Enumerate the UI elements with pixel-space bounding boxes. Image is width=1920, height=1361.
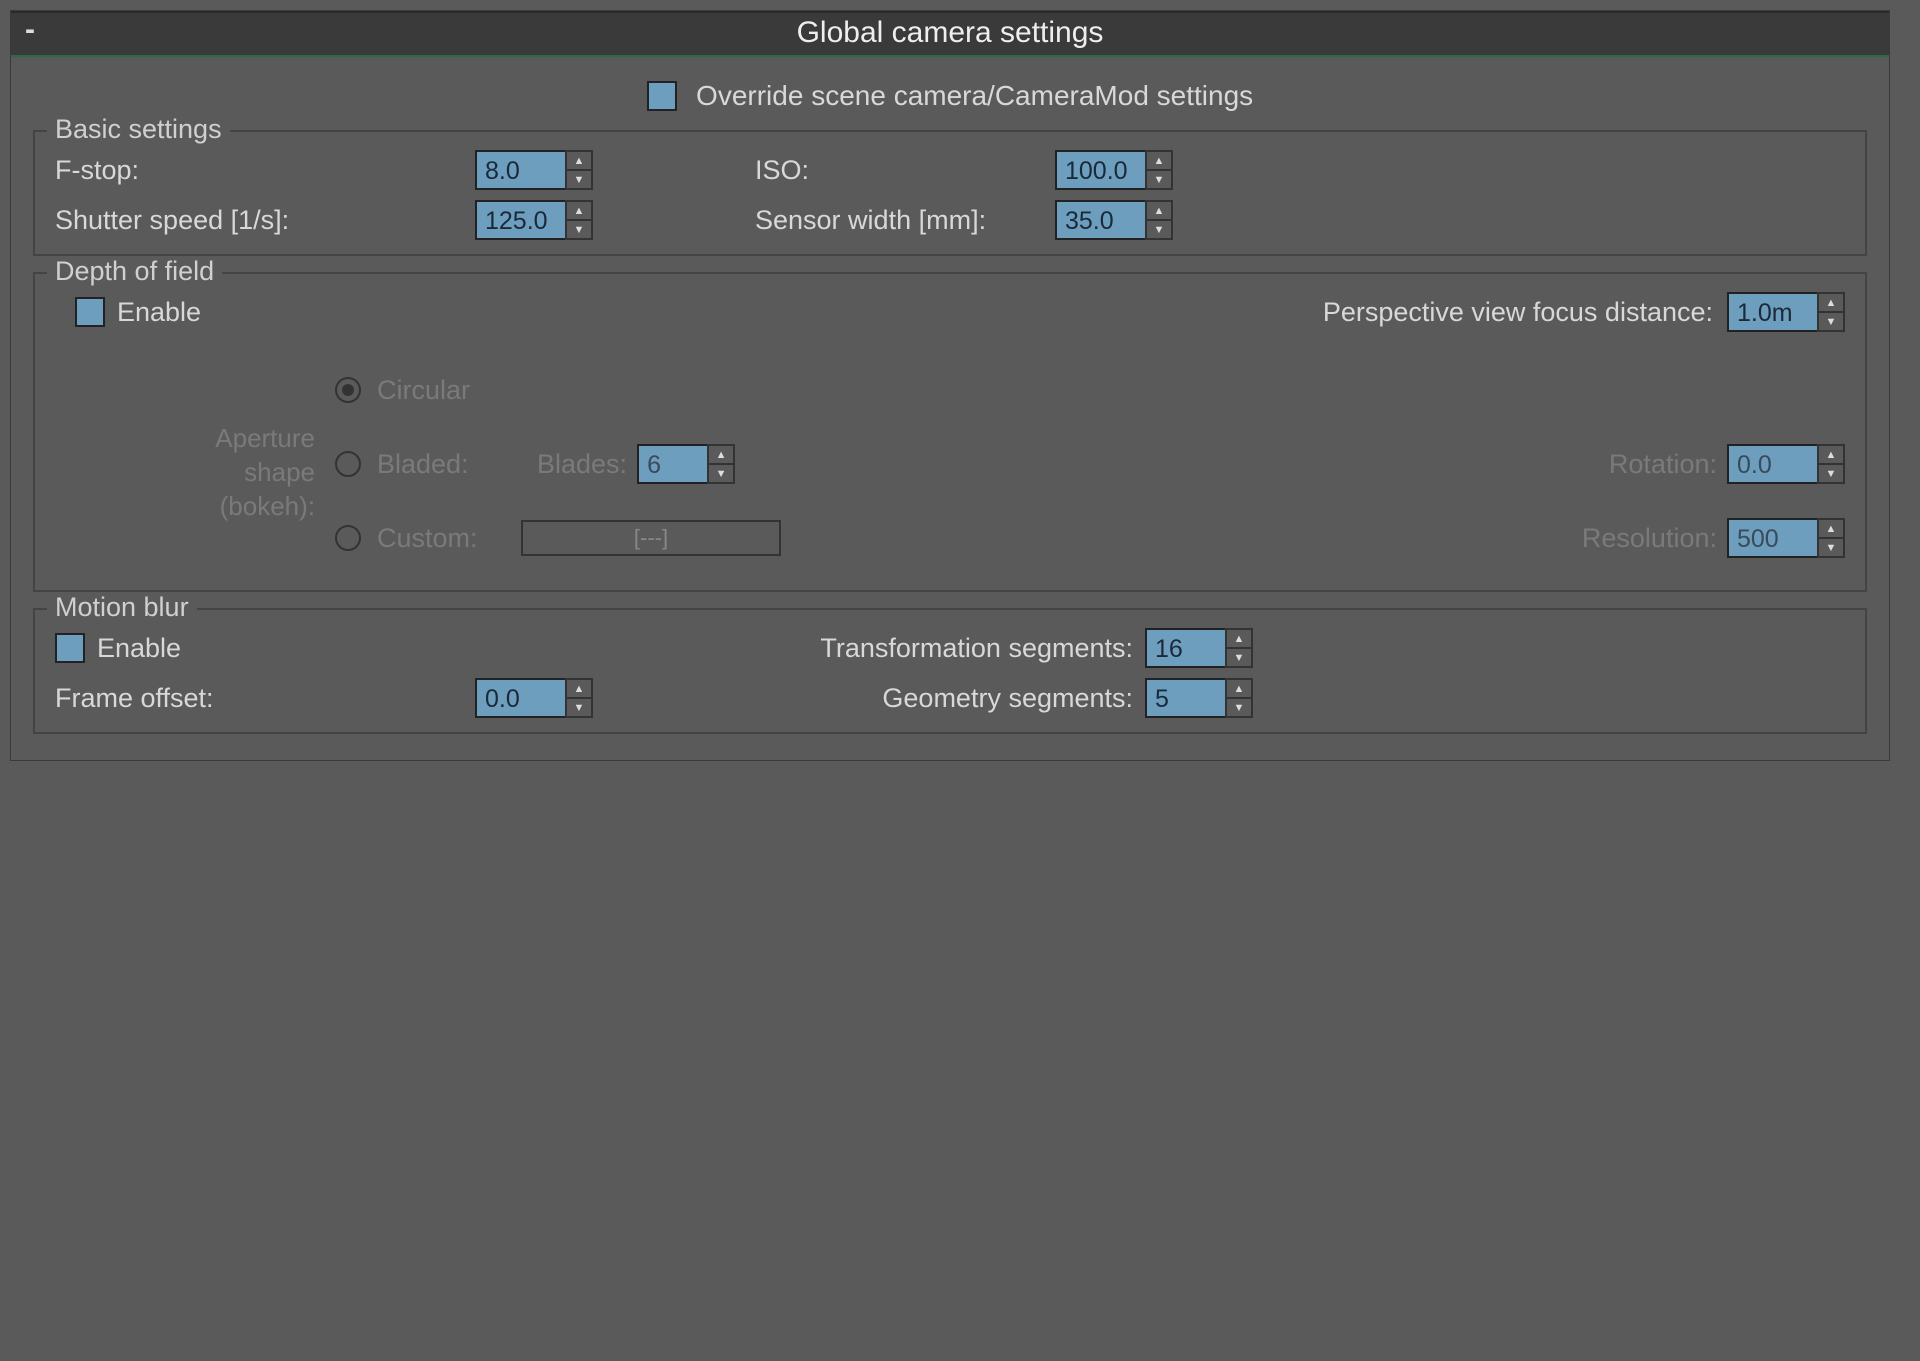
blades-value[interactable]: 6 — [637, 444, 707, 484]
spinner-up-icon[interactable]: ▲ — [1817, 444, 1845, 464]
depth-of-field-fieldset: Depth of field Enable Perspective view f… — [33, 272, 1867, 592]
panel-title-bar[interactable]: - Global camera settings — [11, 11, 1889, 57]
iso-value[interactable]: 100.0 — [1055, 150, 1145, 190]
shutter-value[interactable]: 125.0 — [475, 200, 565, 240]
global-camera-settings-panel: - Global camera settings Override scene … — [10, 10, 1890, 761]
fstop-value[interactable]: 8.0 — [475, 150, 565, 190]
spinner-up-icon[interactable]: ▲ — [1145, 150, 1173, 170]
aperture-bladed-radio[interactable] — [335, 451, 361, 477]
shutter-spinner[interactable]: 125.0 ▲ ▼ — [475, 200, 695, 240]
spinner-down-icon[interactable]: ▼ — [1817, 538, 1845, 558]
mb-enable-checkbox[interactable] — [55, 633, 85, 663]
transform-segments-value[interactable]: 16 — [1145, 628, 1225, 668]
spinner-up-icon[interactable]: ▲ — [707, 444, 735, 464]
rotation-value[interactable]: 0.0 — [1727, 444, 1817, 484]
rotation-spinner[interactable]: 0.0 ▲ ▼ — [1727, 444, 1845, 484]
transform-segments-label: Transformation segments: — [695, 633, 1145, 664]
spinner-down-icon[interactable]: ▼ — [565, 698, 593, 718]
focus-distance-label: Perspective view focus distance: — [1323, 297, 1713, 328]
spinner-down-icon[interactable]: ▼ — [1817, 312, 1845, 332]
spinner-up-icon[interactable]: ▲ — [1225, 678, 1253, 698]
aperture-circular-label: Circular — [377, 375, 507, 406]
spinner-up-icon[interactable]: ▲ — [1225, 628, 1253, 648]
motion-blur-fieldset: Motion blur Enable Transformation segmen… — [33, 608, 1867, 734]
focus-distance-value[interactable]: 1.0m — [1727, 292, 1817, 332]
spinner-up-icon[interactable]: ▲ — [1817, 518, 1845, 538]
spinner-up-icon[interactable]: ▲ — [1817, 292, 1845, 312]
spinner-up-icon[interactable]: ▲ — [1145, 200, 1173, 220]
dof-enable-label: Enable — [117, 297, 201, 328]
frame-offset-value[interactable]: 0.0 — [475, 678, 565, 718]
custom-aperture-file-button[interactable]: [---] — [521, 520, 781, 556]
aperture-custom-label: Custom: — [377, 523, 507, 554]
dof-enable-checkbox[interactable] — [75, 297, 105, 327]
spinner-down-icon[interactable]: ▼ — [1225, 698, 1253, 718]
panel-title: Global camera settings — [797, 16, 1104, 49]
resolution-value[interactable]: 500 — [1727, 518, 1817, 558]
focus-distance-spinner[interactable]: 1.0m ▲ ▼ — [1727, 292, 1845, 332]
spinner-down-icon[interactable]: ▼ — [707, 464, 735, 484]
sensor-spinner[interactable]: 35.0 ▲ ▼ — [1055, 200, 1275, 240]
basic-settings-fieldset: Basic settings F-stop: 8.0 ▲ ▼ ISO: 100.… — [33, 130, 1867, 256]
blades-label: Blades: — [537, 449, 627, 480]
geometry-segments-label: Geometry segments: — [695, 683, 1145, 714]
mb-enable-label: Enable — [97, 633, 181, 664]
dof-legend: Depth of field — [47, 256, 222, 287]
spinner-down-icon[interactable]: ▼ — [1145, 170, 1173, 190]
spinner-up-icon[interactable]: ▲ — [565, 150, 593, 170]
blades-spinner[interactable]: 6 ▲ ▼ — [637, 444, 735, 484]
aperture-circular-radio[interactable] — [335, 377, 361, 403]
aperture-shape-label: Aperture shape (bokeh): — [55, 362, 335, 566]
fstop-spinner[interactable]: 8.0 ▲ ▼ — [475, 150, 695, 190]
sensor-value[interactable]: 35.0 — [1055, 200, 1145, 240]
resolution-label: Resolution: — [1582, 523, 1717, 554]
motion-blur-legend: Motion blur — [47, 592, 197, 623]
spinner-down-icon[interactable]: ▼ — [565, 170, 593, 190]
rotation-label: Rotation: — [1609, 449, 1717, 480]
fstop-label: F-stop: — [55, 155, 475, 186]
geometry-segments-value[interactable]: 5 — [1145, 678, 1225, 718]
spinner-up-icon[interactable]: ▲ — [565, 678, 593, 698]
geometry-segments-spinner[interactable]: 5 ▲ ▼ — [1145, 678, 1305, 718]
spinner-up-icon[interactable]: ▲ — [565, 200, 593, 220]
resolution-spinner[interactable]: 500 ▲ ▼ — [1727, 518, 1845, 558]
frame-offset-spinner[interactable]: 0.0 ▲ ▼ — [475, 678, 695, 718]
frame-offset-label: Frame offset: — [55, 683, 475, 714]
override-row: Override scene camera/CameraMod settings — [11, 71, 1889, 130]
override-label: Override scene camera/CameraMod settings — [696, 80, 1253, 111]
collapse-icon[interactable]: - — [25, 13, 35, 47]
spinner-down-icon[interactable]: ▼ — [1817, 464, 1845, 484]
iso-label: ISO: — [695, 155, 1055, 186]
aperture-custom-radio[interactable] — [335, 525, 361, 551]
aperture-bladed-label: Bladed: — [377, 449, 507, 480]
transform-segments-spinner[interactable]: 16 ▲ ▼ — [1145, 628, 1305, 668]
override-checkbox[interactable] — [647, 81, 677, 111]
spinner-down-icon[interactable]: ▼ — [1145, 220, 1173, 240]
spinner-down-icon[interactable]: ▼ — [565, 220, 593, 240]
shutter-label: Shutter speed [1/s]: — [55, 205, 475, 236]
basic-settings-legend: Basic settings — [47, 114, 230, 145]
sensor-label: Sensor width [mm]: — [695, 205, 1055, 236]
iso-spinner[interactable]: 100.0 ▲ ▼ — [1055, 150, 1275, 190]
spinner-down-icon[interactable]: ▼ — [1225, 648, 1253, 668]
